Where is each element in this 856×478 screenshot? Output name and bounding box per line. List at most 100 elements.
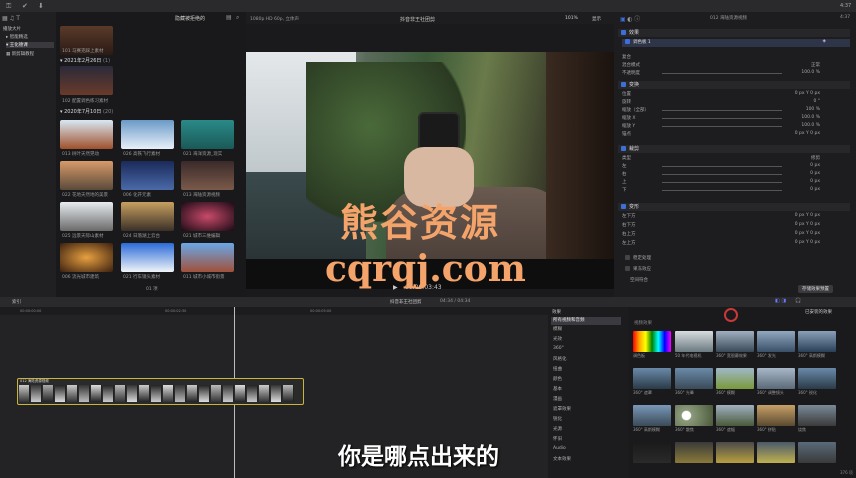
effect-mask-icon[interactable]: ◈ (823, 39, 826, 44)
transform-row[interactable]: 位置 0 px Y 0 px (622, 91, 850, 98)
effect-category[interactable]: 遮罩效果 (551, 406, 621, 414)
library-item[interactable]: ▦ 新剪辑教程 (6, 51, 34, 57)
effect-category[interactable]: 文本效果 (551, 456, 621, 464)
effect-category[interactable]: 光源 (551, 426, 621, 434)
effect-thumbnail[interactable] (798, 405, 836, 426)
effect-category[interactable]: 锐化 (551, 416, 621, 424)
checkbox[interactable] (621, 204, 626, 209)
clip-thumbnail[interactable] (121, 243, 174, 272)
slider[interactable] (662, 73, 782, 74)
index-button[interactable]: 索引 (12, 299, 21, 305)
audio-icon[interactable]: 🎧 (795, 298, 801, 304)
distort-row[interactable]: 左上方 0 px Y 0 px (622, 240, 850, 247)
effect-thumbnail[interactable] (675, 331, 713, 352)
slider[interactable] (662, 166, 782, 167)
blend-mode-row[interactable]: 混合模式 正常 (622, 62, 850, 69)
effect-category[interactable]: 颜色 (551, 376, 621, 384)
effect-thumbnail[interactable] (798, 368, 836, 389)
checkbox[interactable] (621, 30, 626, 35)
checkbox[interactable] (621, 82, 626, 87)
effect-thumbnail[interactable] (633, 331, 671, 352)
stabilize-row[interactable]: 稳定处理 (622, 255, 850, 262)
effect-thumbnail[interactable] (757, 368, 795, 389)
effect-thumbnail[interactable] (757, 442, 795, 463)
clip-thumbnail[interactable] (121, 161, 174, 190)
effect-thumbnail[interactable] (675, 442, 713, 463)
distort-row[interactable]: 右上方 0 px Y 0 px (622, 231, 850, 238)
blade-tool-icon[interactable]: ◧ ◨ (775, 298, 786, 304)
slider[interactable] (662, 110, 782, 111)
library-icon[interactable]: ▦ (2, 15, 8, 22)
slider[interactable] (662, 182, 782, 183)
effect-thumbnail[interactable] (633, 405, 671, 426)
transform-row[interactable]: 缩放 X 100.0 % (622, 115, 850, 122)
effect-category[interactable]: 怀旧 (551, 436, 621, 444)
effect-item-row[interactable]: 调色板 1 ◈ (622, 39, 850, 47)
distort-row[interactable]: 右下方 0 px Y 0 px (622, 222, 850, 229)
search-icon[interactable]: ⌕ (236, 14, 239, 22)
zoom-dropdown[interactable]: 101% (565, 16, 578, 21)
effect-thumbnail[interactable] (675, 368, 713, 389)
crop-type-row[interactable]: 类型 修剪 (622, 155, 850, 162)
save-preset-button[interactable]: 存储效果预置 (798, 285, 833, 293)
effect-thumbnail[interactable] (633, 442, 671, 463)
effect-thumbnail[interactable] (716, 442, 754, 463)
checkbox[interactable] (621, 146, 626, 151)
import-icon[interactable]: ⬇ (38, 2, 44, 10)
slider[interactable] (662, 174, 782, 175)
effect-thumbnail[interactable] (757, 405, 795, 426)
crop-row[interactable]: 左0 px (622, 163, 850, 170)
crop-row[interactable]: 下0 px (622, 187, 850, 194)
spatial-conform-row[interactable]: 空间符合 (622, 277, 850, 284)
effect-thumbnail[interactable] (716, 405, 754, 426)
effect-thumbnail[interactable] (716, 368, 754, 389)
distort-row[interactable]: 左下方 0 px Y 0 px (622, 213, 850, 220)
crop-section[interactable]: 裁剪 (618, 145, 850, 153)
effect-category[interactable]: 360° (551, 346, 621, 354)
effects-section[interactable]: 效果 (618, 29, 850, 37)
effect-thumbnail[interactable] (633, 368, 671, 389)
transform-row[interactable]: 旋转 0 ° (622, 99, 850, 106)
slider[interactable] (662, 126, 782, 127)
effect-thumbnail[interactable] (675, 405, 713, 426)
effect-category[interactable]: 所有视频和音频 (551, 317, 621, 325)
clip-thumbnail[interactable] (181, 161, 234, 190)
effect-thumbnail[interactable] (798, 331, 836, 352)
titles-icon[interactable]: T (16, 15, 20, 22)
checkbox[interactable] (625, 255, 630, 260)
opacity-row[interactable]: 不透明度 100.0 % (622, 70, 850, 77)
effect-category[interactable]: 基本 (551, 386, 621, 394)
transform-row[interactable]: 锚点 0 px Y 0 px (622, 131, 850, 138)
effect-category[interactable]: 模糊 (551, 326, 621, 334)
key-icon[interactable]: ⚿ (6, 2, 11, 11)
checkbox[interactable] (625, 39, 630, 44)
effect-category[interactable]: 风格化 (551, 356, 621, 364)
rolling-shutter-row[interactable]: 果冻效应 (622, 266, 850, 273)
photos-icon[interactable]: ♫ (9, 15, 14, 22)
clip-thumbnail[interactable] (60, 120, 113, 149)
effect-category[interactable]: 漫画 (551, 396, 621, 404)
library-item[interactable]: 播放大片 (3, 26, 21, 32)
video-inspector-icon[interactable]: ▣ (620, 16, 626, 23)
effect-category[interactable]: 扭曲 (551, 366, 621, 374)
info-icon[interactable]: ⓘ (634, 14, 640, 23)
installed-dropdown[interactable]: 已安装的效果 (805, 309, 832, 315)
clip-thumbnail[interactable] (181, 202, 234, 231)
crop-row[interactable]: 右0 px (622, 171, 850, 178)
clip-thumbnail[interactable] (121, 202, 174, 231)
clip-thumbnail[interactable] (60, 243, 113, 272)
display-dropdown[interactable]: 显示 (592, 16, 601, 22)
effect-thumbnail[interactable] (798, 442, 836, 463)
transform-section[interactable]: 变换 (618, 81, 850, 89)
clip-thumbnail[interactable] (60, 161, 113, 190)
transform-row[interactable]: 缩放（全部） 100 % (622, 107, 850, 114)
library-item-selected[interactable]: ▾ 王化德课 (6, 42, 54, 48)
transform-row[interactable]: 缩放 Y 100.0 % (622, 123, 850, 130)
color-inspector-icon[interactable]: ◐ (627, 16, 632, 23)
crop-row[interactable]: 上0 px (622, 179, 850, 186)
checkbox[interactable] (625, 266, 630, 271)
library-item[interactable]: ▸ 智能精选 (6, 34, 28, 40)
slider[interactable] (662, 190, 782, 191)
grid-icon[interactable]: ▤ (226, 14, 232, 21)
clip-thumbnail[interactable] (60, 202, 113, 231)
